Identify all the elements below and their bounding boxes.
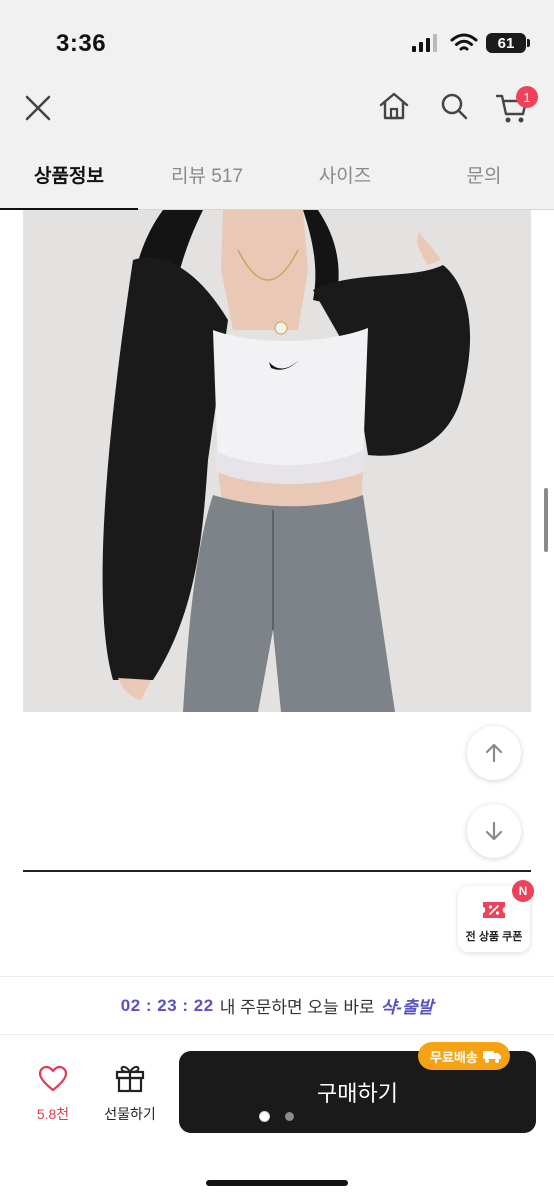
battery-indicator: 61 <box>486 33 526 53</box>
like-count: 5.8천 <box>36 1106 70 1122</box>
promo-text: 내 주문하면 오늘 바로 <box>219 998 375 1017</box>
countdown-timer: 02 : 23 : 22 <box>120 995 214 1015</box>
tab-label: 상품정보 <box>34 165 104 187</box>
content-divider <box>23 870 531 872</box>
gift-icon <box>115 1065 145 1093</box>
gift-button[interactable]: 선물하기 <box>96 1063 164 1131</box>
promo-brand: 샥-출발 <box>380 998 434 1017</box>
search-button[interactable] <box>432 84 476 128</box>
status-bar: 3:36 61 <box>0 0 554 82</box>
cart-button[interactable]: 1 <box>490 86 538 130</box>
battery-cap <box>527 39 530 47</box>
tab-size[interactable]: 사이즈 <box>276 138 414 210</box>
arrow-up-icon <box>485 743 503 763</box>
pager-dot <box>285 1112 294 1121</box>
tab-product-info[interactable]: 상품정보 <box>0 138 138 211</box>
coupon-icon <box>483 902 505 918</box>
search-icon <box>441 93 468 120</box>
tab-label: 사이즈 <box>318 165 372 187</box>
pager-dot-active <box>260 1112 269 1121</box>
product-photo <box>23 210 531 712</box>
coupon-label: 전 상품 쿠폰 <box>465 931 523 943</box>
home-indicator <box>206 1180 348 1186</box>
free-shipping-badge: 무료배송 <box>418 1042 510 1070</box>
status-time: 3:36 <box>56 30 107 57</box>
tab-inquiry[interactable]: 문의 <box>414 138 554 210</box>
scroll-indicator[interactable] <box>544 488 548 552</box>
home-button[interactable] <box>372 84 416 128</box>
wifi-icon <box>450 33 478 51</box>
cart-count-badge: 1 <box>516 86 538 108</box>
product-tabs: 상품정보 리뷰 517 사이즈 문의 <box>0 138 554 211</box>
top-nav: 1 <box>0 82 554 138</box>
scroll-down-button[interactable] <box>467 804 521 858</box>
free-shipping-label: 무료배송 <box>430 1049 478 1065</box>
like-button[interactable]: 5.8천 <box>24 1065 82 1131</box>
tab-label: 문의 <box>466 165 502 187</box>
close-icon <box>25 95 51 121</box>
cellular-signal-icon <box>412 34 437 52</box>
heart-icon <box>38 1065 68 1092</box>
product-photo-illustration <box>23 210 531 712</box>
delivery-truck-icon <box>482 1051 501 1063</box>
delivery-promo-bar: 02 : 23 : 22 내 주문하면 오늘 바로 샥-출발 <box>0 976 554 1034</box>
gift-label: 선물하기 <box>104 1106 156 1122</box>
scroll-up-button[interactable] <box>467 726 521 780</box>
tab-reviews[interactable]: 리뷰 517 <box>138 138 276 210</box>
tab-label: 리뷰 517 <box>171 165 243 187</box>
coupon-new-badge: N <box>512 880 534 902</box>
close-button[interactable] <box>16 86 60 130</box>
home-icon <box>379 92 409 120</box>
product-detail-content <box>0 210 554 976</box>
arrow-down-icon <box>485 821 503 841</box>
